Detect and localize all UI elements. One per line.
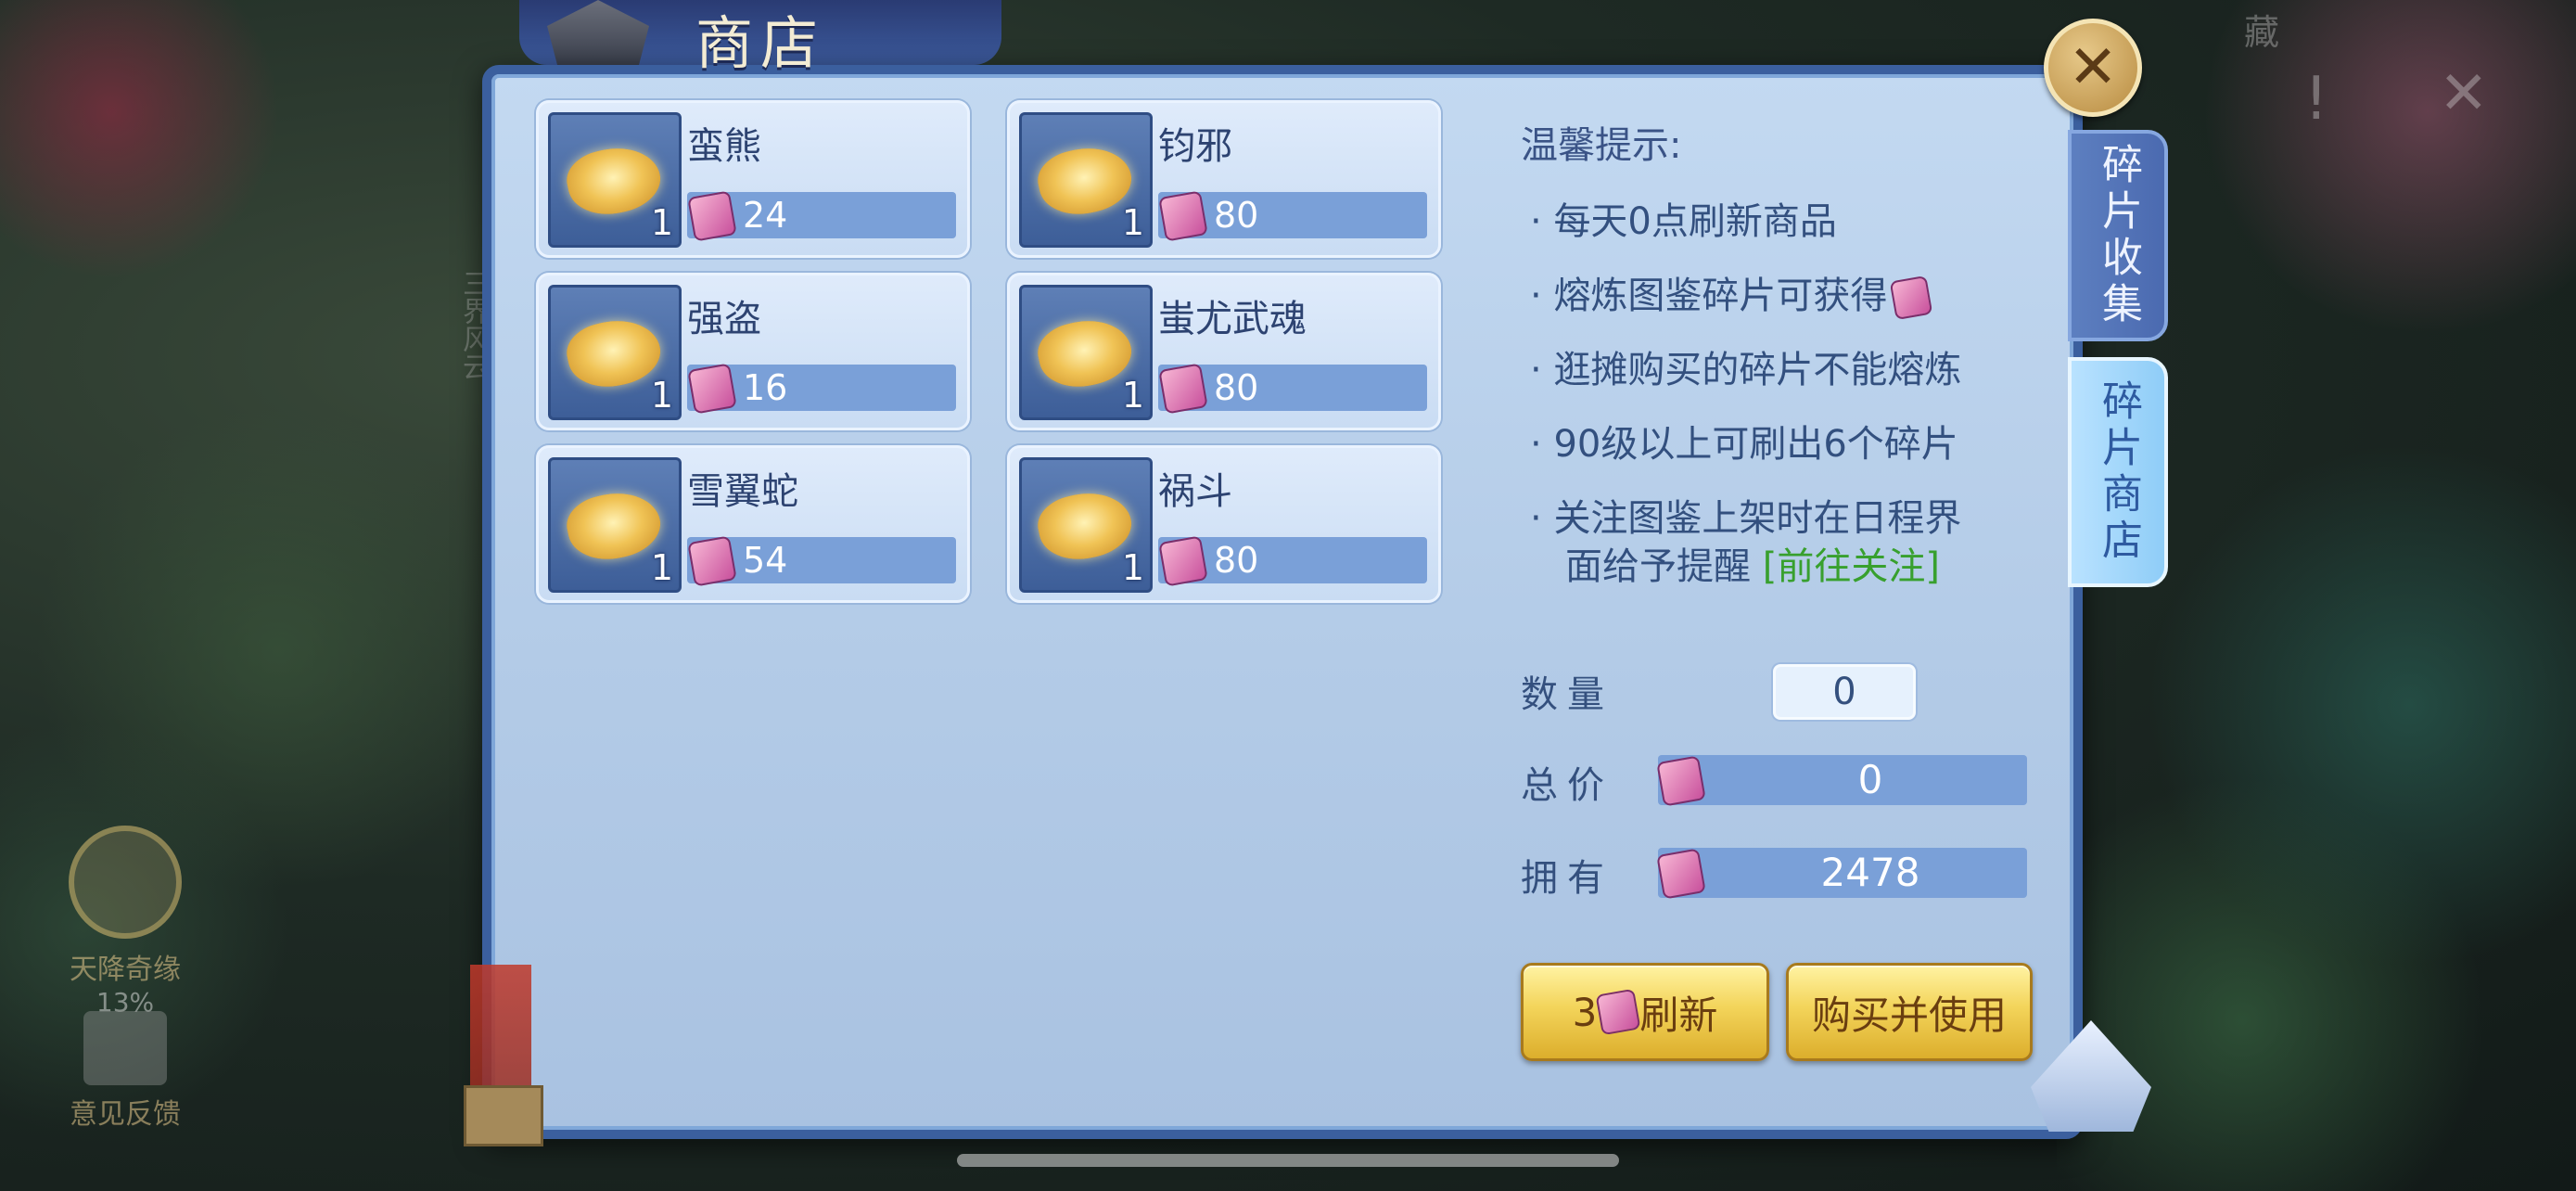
tip-text: 每天0点刷新商品 [1553, 200, 1837, 243]
item-price: 16 [687, 363, 956, 415]
total-price-value: 0 [1857, 757, 1883, 802]
tips-title: 温馨提示: [1521, 124, 1682, 167]
shop-item[interactable]: 1 强盗 16 [536, 273, 970, 430]
tip-line: · 每天0点刷新商品 [1530, 200, 1837, 243]
item-name: 钧邪 [1158, 125, 1232, 168]
item-thumbnail: 1 [548, 285, 682, 420]
shop-item[interactable]: 1 蛮熊 24 [536, 100, 970, 258]
fragment-coin-icon [687, 190, 737, 242]
shop-item[interactable]: 1 雪翼蛇 54 [536, 445, 970, 603]
feedback-book-icon [83, 1011, 167, 1085]
item-quantity: 1 [650, 547, 673, 588]
item-thumbnail: 1 [1019, 457, 1153, 593]
item-price-value: 80 [1214, 367, 1259, 408]
item-price: 80 [1158, 190, 1427, 242]
alert-icon[interactable]: ! [2304, 65, 2328, 134]
tip-text: 逛摊购买的碎片不能熔炼 [1553, 349, 1962, 391]
feedback-label: 意见反馈 [70, 1098, 181, 1131]
quantity-input[interactable]: 0 [1773, 664, 1916, 720]
tip-text: 关注图鉴上架时在日程界 [1553, 497, 1962, 540]
tip-text: 面给予提醒 [1565, 545, 1751, 588]
home-indicator[interactable] [957, 1154, 1619, 1167]
item-name: 雪翼蛇 [687, 470, 798, 513]
fragment-coin-icon [687, 363, 737, 415]
fragment-coin-icon [687, 535, 737, 587]
crate-icon [464, 1085, 543, 1146]
item-price-value: 16 [743, 367, 788, 408]
item-price-value: 54 [743, 540, 788, 581]
fragment-coin-icon [1158, 363, 1208, 415]
item-price: 80 [1158, 363, 1427, 415]
item-price-value: 80 [1214, 195, 1259, 236]
close-x-icon: ✕ [2068, 33, 2118, 102]
fragment-coin-icon [1158, 190, 1208, 242]
background-close-icon[interactable]: ✕ [2439, 59, 2489, 128]
fragment-coin-icon [1158, 535, 1208, 587]
item-price-value: 24 [743, 195, 788, 236]
owned-value: 2478 [1820, 850, 1920, 895]
tip-line: · 90级以上可刷出6个碎片 [1530, 423, 1958, 466]
close-button[interactable]: ✕ [2044, 19, 2142, 117]
tip-text: 熔炼图鉴碎片可获得 [1553, 275, 1888, 317]
feedback-badge[interactable]: 意见反馈 [56, 1011, 195, 1132]
item-thumbnail: 1 [1019, 285, 1153, 420]
fragment-coin-icon [1890, 275, 1933, 321]
tab-fragment-collect[interactable]: 碎片收集 [2068, 130, 2168, 341]
fragment-coin-icon [1595, 988, 1641, 1036]
shop-item[interactable]: 1 蚩尤武魂 80 [1007, 273, 1441, 430]
item-quantity: 1 [1121, 202, 1144, 243]
item-quantity: 1 [1121, 547, 1144, 588]
item-thumbnail: 1 [1019, 112, 1153, 248]
event-icon [69, 826, 182, 939]
item-thumbnail: 1 [548, 457, 682, 593]
item-name: 祸斗 [1158, 470, 1232, 513]
item-quantity: 1 [650, 202, 673, 243]
tab-fragment-shop[interactable]: 碎片商店 [2068, 357, 2168, 587]
refresh-button[interactable]: 3 刷新 [1521, 963, 1769, 1061]
quantity-label: 数量 [1521, 673, 1613, 716]
item-quantity: 1 [650, 375, 673, 416]
refresh-label: 刷新 [1639, 992, 1718, 1038]
owned-label: 拥有 [1521, 857, 1613, 900]
total-label: 总价 [1521, 764, 1613, 807]
tip-line: 面给予提醒 [前往关注] [1565, 536, 1940, 590]
item-name: 强盗 [687, 298, 761, 340]
event-badge[interactable]: 天降奇缘 13% [56, 826, 195, 1018]
tip-line: · 关注图鉴上架时在日程界 [1530, 497, 1962, 540]
item-price: 80 [1158, 535, 1427, 587]
buy-and-use-button[interactable]: 购买并使用 [1786, 963, 2033, 1061]
item-price-value: 80 [1214, 540, 1259, 581]
item-thumbnail: 1 [548, 112, 682, 248]
event-label: 天降奇缘 [70, 954, 181, 986]
item-price: 54 [687, 535, 956, 587]
fragment-coin-icon [1656, 755, 1706, 807]
total-price-field: 0 [1656, 755, 2027, 807]
shop-item[interactable]: 1 钧邪 80 [1007, 100, 1441, 258]
refresh-cost: 3 [1572, 989, 1598, 1035]
tip-line: · 熔炼图鉴碎片可获得 [1530, 265, 1933, 321]
item-name: 蚩尤武魂 [1158, 298, 1307, 340]
item-price: 24 [687, 190, 956, 242]
tip-text: 90级以上可刷出6个碎片 [1553, 423, 1958, 466]
shop-item[interactable]: 1 祸斗 80 [1007, 445, 1441, 603]
tip-line: · 逛摊购买的碎片不能熔炼 [1530, 349, 1962, 391]
owned-field: 2478 [1656, 848, 2027, 900]
item-name: 蛮熊 [687, 125, 761, 168]
fragment-coin-icon [1656, 848, 1706, 900]
item-quantity: 1 [1121, 375, 1144, 416]
follow-link[interactable]: [前往关注] [1763, 545, 1940, 588]
page-title: 商店 [695, 9, 826, 77]
background-glyph: 藏 [2243, 12, 2279, 53]
